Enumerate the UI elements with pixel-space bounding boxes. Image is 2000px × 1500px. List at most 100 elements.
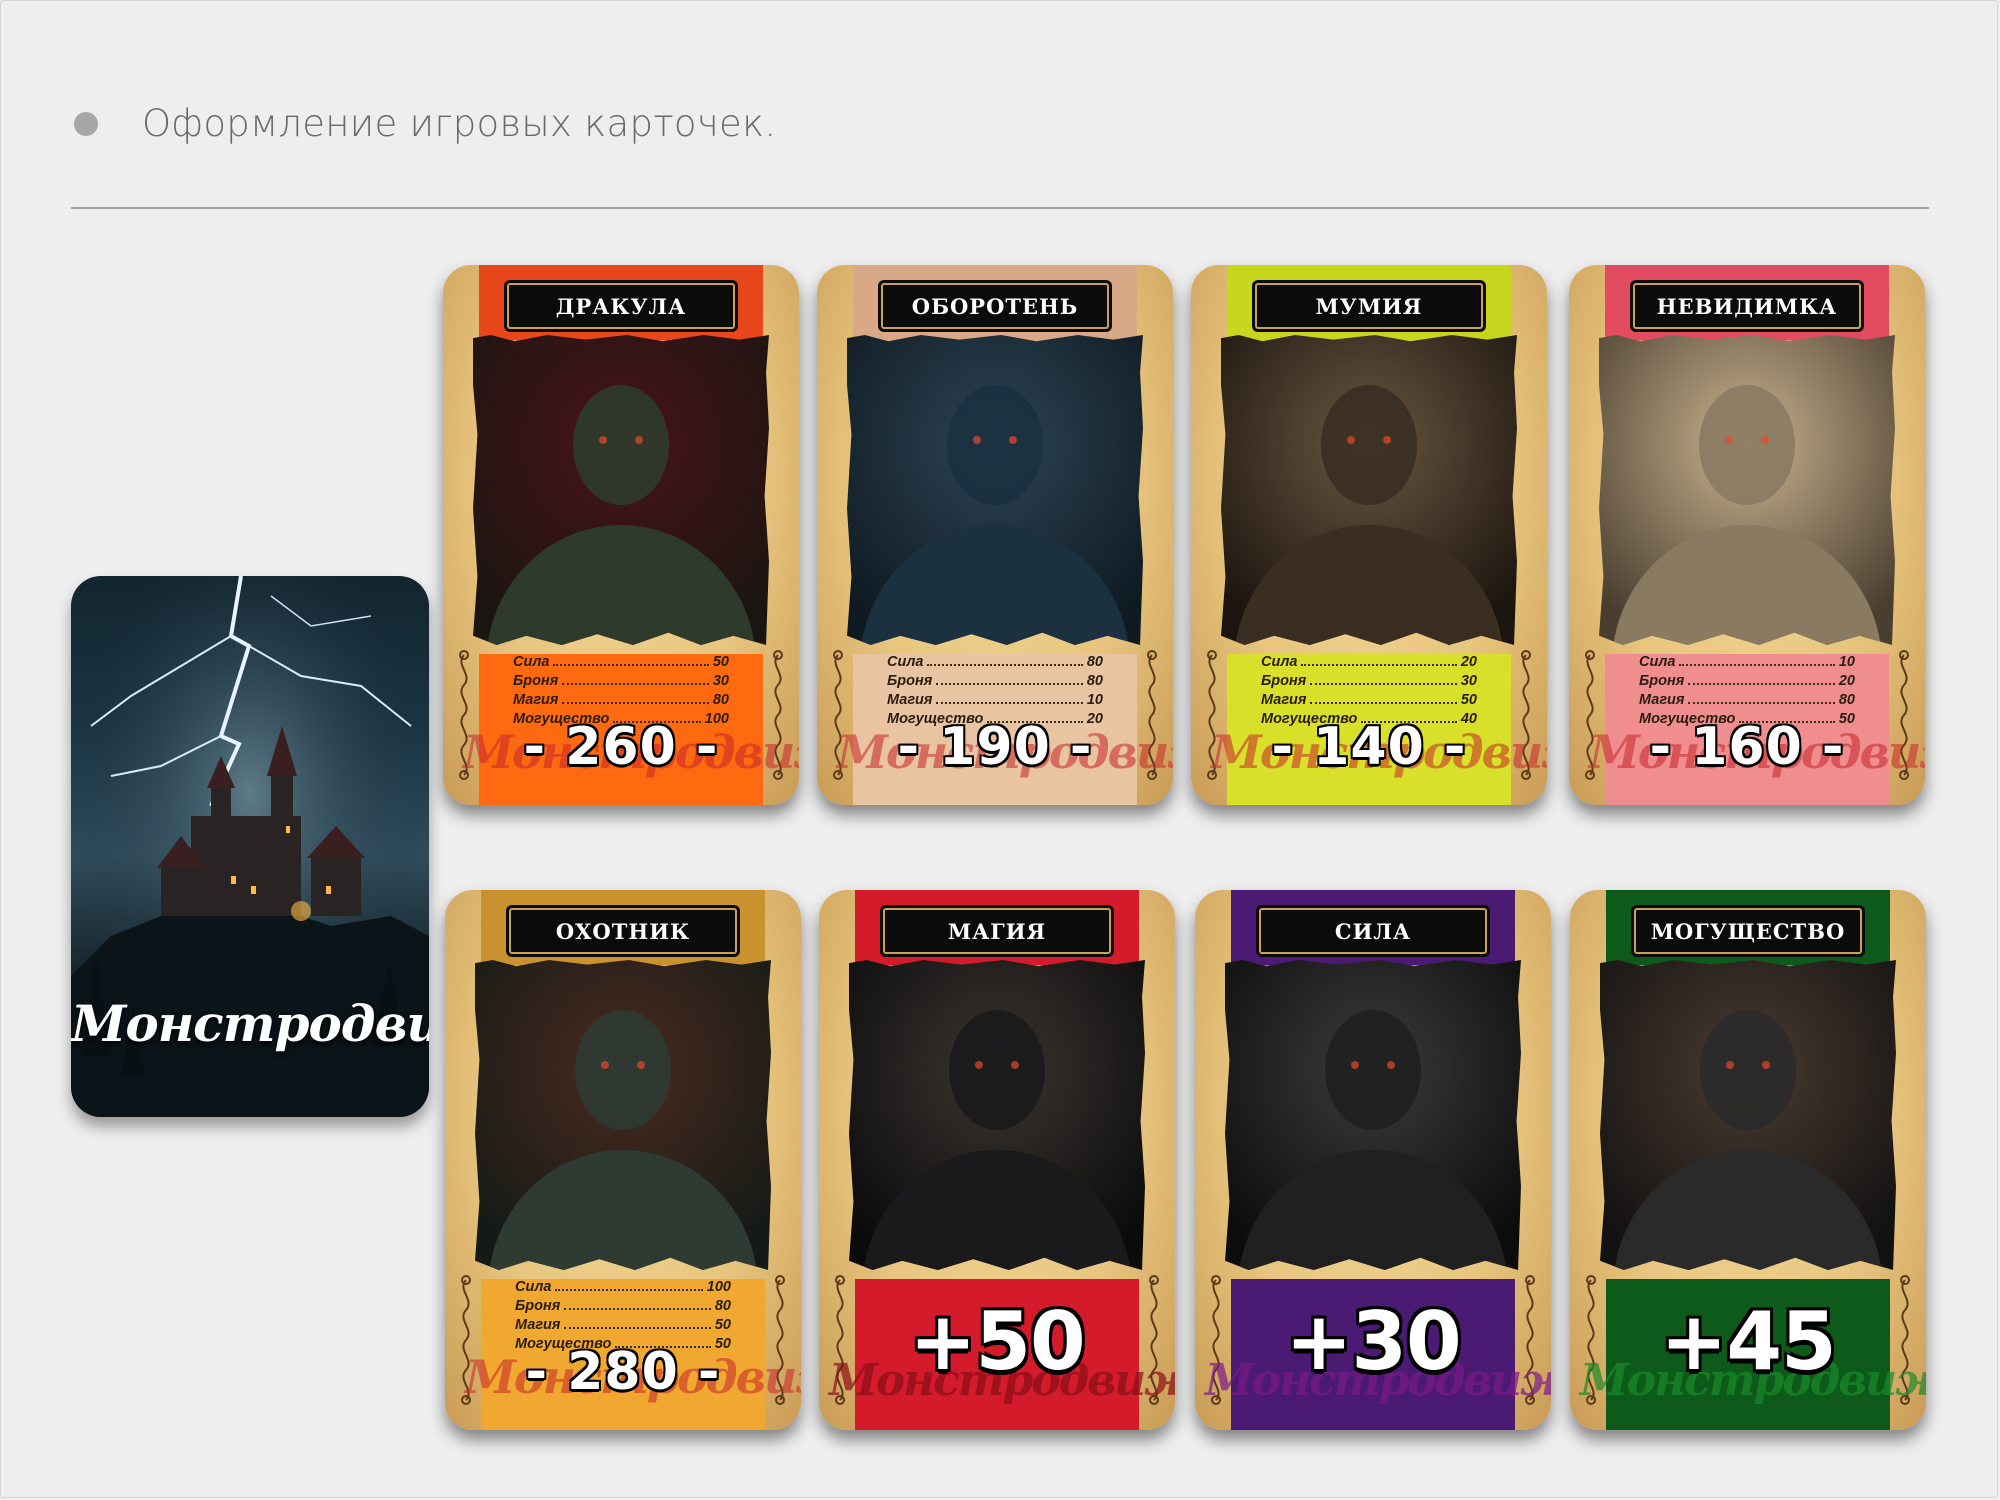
card-name-banner: МУМИЯ [1255, 283, 1483, 329]
dracula-portrait [473, 335, 769, 645]
card-artwork [475, 960, 771, 1270]
stat-label: Броня [1261, 673, 1307, 689]
bonus-card[interactable]: МОГУЩЕСТВО Монстродвиж +45 [1570, 890, 1926, 1430]
card-name-banner: ДРАКУЛА [507, 283, 735, 329]
stat-row: Броня 30 [513, 673, 729, 692]
mummy-portrait [1221, 335, 1517, 645]
stat-dots [1679, 664, 1835, 666]
stat-value: 80 [1086, 654, 1103, 670]
card-total: - 140 - [1271, 717, 1467, 777]
stat-value: 20 [1460, 654, 1477, 670]
stat-label: Сила [515, 1279, 552, 1295]
stat-label: Сила [1639, 654, 1676, 670]
stat-value: 50 [712, 654, 729, 670]
stat-row: Броня 80 [887, 673, 1103, 692]
card-name-banner: ОБОРОТЕНЬ [881, 283, 1109, 329]
werewolf-portrait [847, 335, 1143, 645]
card-total: - 160 - [1649, 717, 1845, 777]
bonus-card[interactable]: СИЛА Монстродвиж +30 [1195, 890, 1551, 1430]
stat-value: 80 [714, 1298, 731, 1314]
stat-dots [555, 1289, 703, 1291]
stat-row: Магия 50 [1261, 692, 1477, 711]
stat-value: 80 [1838, 692, 1855, 708]
divider [71, 207, 1929, 209]
stat-value: 80 [712, 692, 729, 708]
stat-value: 50 [714, 1317, 731, 1333]
monster-card[interactable]: ДРАКУЛА Сила 50 Броня 30 Магия 80 Могущество 100… [443, 265, 799, 805]
stat-label: Магия [1261, 692, 1307, 708]
stat-label: Магия [513, 692, 559, 708]
bonus-value: +50 [909, 1295, 1085, 1388]
stat-row: Магия 10 [887, 692, 1103, 711]
card-artwork [847, 335, 1143, 645]
stat-row: Магия 50 [515, 1317, 731, 1336]
stat-value: 20 [1838, 673, 1855, 689]
stat-label: Броня [887, 673, 933, 689]
invisible-man-portrait [1599, 335, 1895, 645]
card-artwork [1225, 960, 1521, 1270]
monster-card[interactable]: МУМИЯ Сила 20 Броня 30 Магия 50 Могущество 40 Мон… [1191, 265, 1547, 805]
stat-value: 30 [712, 673, 729, 689]
stat-dots [936, 683, 1083, 685]
card-name-banner: МАГИЯ [883, 908, 1111, 954]
stat-label: Сила [1261, 654, 1298, 670]
stat-row: Броня 80 [515, 1298, 731, 1317]
three-kings-portrait [1600, 960, 1896, 1270]
stat-value: 10 [1086, 692, 1103, 708]
card-name-banner: МОГУЩЕСТВО [1634, 908, 1862, 954]
stat-label: Магия [515, 1317, 561, 1333]
hooded-figure-portrait [1225, 960, 1521, 1270]
stat-row: Магия 80 [513, 692, 729, 711]
stat-value: 80 [1086, 673, 1103, 689]
card-artwork [473, 335, 769, 645]
stat-dots [1301, 664, 1457, 666]
card-total: - 260 - [523, 717, 719, 777]
monster-card[interactable]: ОХОТНИК Сила 100 Броня 80 Магия 50 Могущество 50… [445, 890, 801, 1430]
monster-card[interactable]: ОБОРОТЕНЬ Сила 80 Броня 80 Магия 10 Могущество 2… [817, 265, 1173, 805]
sorceress-crystal-ball-portrait [849, 960, 1145, 1270]
stat-dots [1688, 683, 1835, 685]
stat-row: Сила 80 [887, 654, 1103, 673]
stat-dots [553, 664, 709, 666]
card-artwork [1600, 960, 1896, 1270]
card-artwork [1221, 335, 1517, 645]
bonus-card[interactable]: МАГИЯ Монстродвиж +50 [819, 890, 1175, 1430]
card-total: - 190 - [897, 717, 1093, 777]
stat-dots [1688, 702, 1835, 704]
monster-card[interactable]: НЕВИДИМКА Сила 10 Броня 20 Магия 80 Могущество 5… [1569, 265, 1925, 805]
stat-row: Сила 10 [1639, 654, 1855, 673]
stat-label: Броня [515, 1298, 561, 1314]
stat-label: Сила [513, 654, 550, 670]
bonus-value: +45 [1660, 1295, 1836, 1388]
stat-dots [562, 683, 709, 685]
stat-row: Броня 30 [1261, 673, 1477, 692]
stat-value: 10 [1838, 654, 1855, 670]
stat-dots [564, 1327, 711, 1329]
stat-value: 30 [1460, 673, 1477, 689]
stat-row: Броня 20 [1639, 673, 1855, 692]
stat-label: Магия [887, 692, 933, 708]
card-artwork [1599, 335, 1895, 645]
stat-dots [936, 702, 1083, 704]
stat-row: Сила 50 [513, 654, 729, 673]
stat-dots [1310, 702, 1457, 704]
stat-label: Броня [1639, 673, 1685, 689]
card-name-banner: СИЛА [1259, 908, 1487, 954]
cover-card[interactable]: Монстродвиж [71, 576, 429, 1117]
bullet-icon [74, 112, 98, 136]
stat-row: Сила 20 [1261, 654, 1477, 673]
cover-title: Монстродвиж [71, 994, 429, 1053]
stat-dots [1310, 683, 1457, 685]
stat-dots [562, 702, 709, 704]
card-total: - 280 - [525, 1342, 721, 1402]
stat-row: Сила 100 [515, 1279, 731, 1298]
card-artwork [849, 960, 1145, 1270]
stat-dots [564, 1308, 711, 1310]
page-heading: Оформление игровых карточек. [142, 102, 777, 145]
stat-value: 100 [706, 1279, 731, 1295]
stat-dots [927, 664, 1083, 666]
card-name-banner: НЕВИДИМКА [1633, 283, 1861, 329]
hunter-portrait [475, 960, 771, 1270]
stat-label: Магия [1639, 692, 1685, 708]
stat-value: 50 [1460, 692, 1477, 708]
